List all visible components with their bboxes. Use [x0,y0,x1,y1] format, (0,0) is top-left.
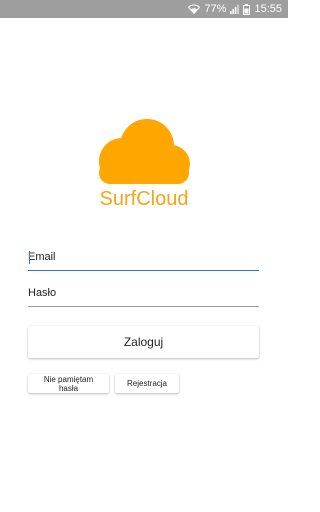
signal-icon [230,4,240,14]
cloud-icon [94,118,194,186]
forgot-password-button[interactable]: Nie pamiętam hasła [28,374,109,393]
status-icons: 77% 15:55 [188,2,282,16]
password-field[interactable] [28,283,259,305]
email-field[interactable] [28,247,259,269]
password-field-container [28,283,259,307]
status-bar: 77% 15:55 [0,0,288,18]
login-button[interactable]: Zaloguj [28,326,259,358]
register-button[interactable]: Rejestracja [115,374,179,393]
battery-percent: 77% [204,3,227,15]
app-logo: SurfCloud [0,118,288,218]
text-caret [29,251,30,264]
app-name: SurfCloud [99,188,189,210]
email-field-container [28,247,259,271]
email-underline [28,269,259,271]
wifi-icon [188,4,201,14]
password-underline [28,306,259,307]
battery-icon [243,3,251,15]
clock: 15:55 [254,3,282,15]
